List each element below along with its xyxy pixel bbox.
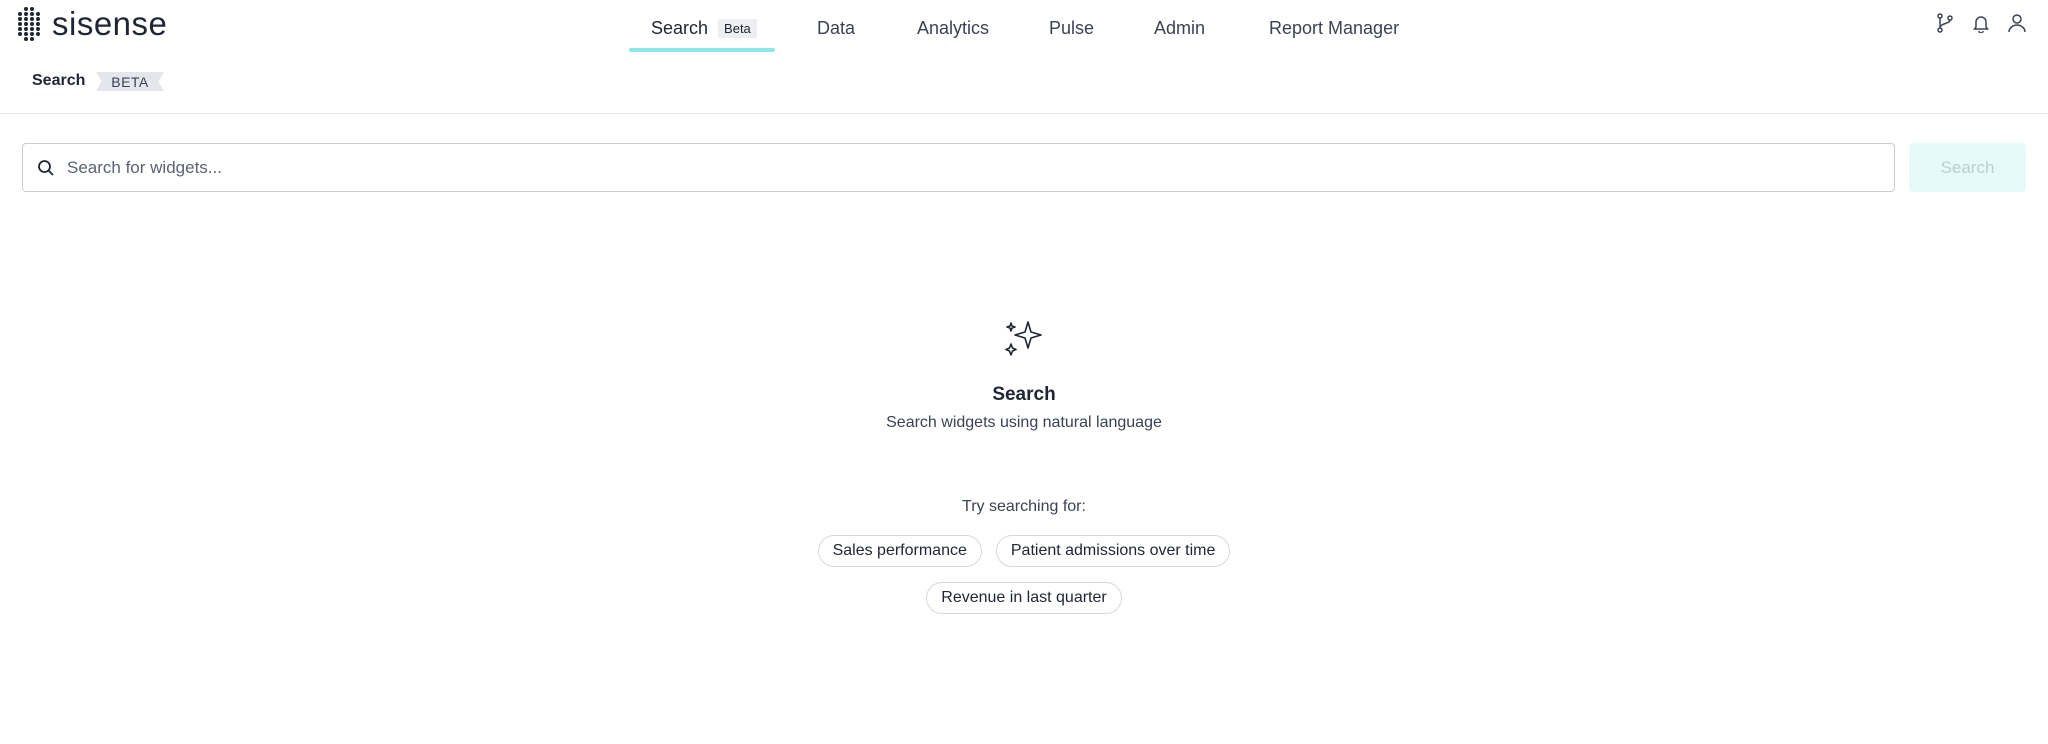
logo-dot — [18, 12, 22, 16]
nav-tab-label: Analytics — [917, 18, 990, 38]
active-tab-indicator — [629, 48, 775, 52]
logo-text: sisense — [52, 5, 168, 42]
logo-dot — [30, 22, 34, 26]
nav-tab-label: Pulse — [1049, 18, 1095, 38]
beta-tag: BETA — [96, 72, 164, 91]
logo-dot — [18, 22, 22, 26]
logo-dot — [36, 12, 40, 16]
logo-dot — [24, 37, 28, 41]
suggestion-chip[interactable]: Patient admissions over time — [995, 535, 1231, 567]
nav-tab-report-manager[interactable]: Report Manager — [1269, 0, 1399, 56]
nav-tab-label: Data — [817, 18, 856, 38]
nav-tab-label: Report Manager — [1269, 18, 1400, 38]
logo-dot — [36, 22, 40, 26]
suggestion-chip[interactable]: Revenue in last quarter — [926, 582, 1122, 614]
git-branch-icon[interactable] — [1934, 12, 1956, 34]
logo-dot — [24, 22, 28, 26]
bell-icon[interactable] — [1970, 12, 1992, 34]
suggestion-row: Revenue in last quarter — [0, 582, 2048, 614]
beta-badge: Beta — [718, 18, 757, 38]
logo-dot — [24, 7, 28, 11]
nav-tab-pulse[interactable]: Pulse — [1049, 0, 1094, 56]
search-input[interactable] — [67, 157, 1847, 178]
logo-dot — [36, 32, 40, 36]
logo-dot — [18, 27, 22, 31]
logo-dot — [24, 32, 28, 36]
logo-dot — [30, 37, 34, 41]
logo-dot — [30, 7, 34, 11]
logo-dot — [30, 32, 34, 36]
sisense-logo[interactable]: sisense — [18, 6, 167, 42]
empty-state-title: Search — [992, 384, 1056, 405]
logo-dot — [30, 12, 34, 16]
search-box[interactable] — [22, 143, 1895, 192]
logo-dot — [24, 27, 28, 31]
nav-tab-analytics[interactable]: Analytics — [917, 0, 989, 56]
page-title: Search — [32, 72, 86, 89]
search-button[interactable]: Search — [1909, 143, 2026, 192]
nav-tab-label: Search — [651, 18, 709, 38]
search-icon — [35, 157, 57, 179]
empty-state: Search Search widgets using natural lang… — [0, 316, 2048, 432]
logo-dot — [30, 17, 34, 21]
logo-dot — [18, 32, 22, 36]
nav-tab-label: Admin — [1154, 18, 1206, 38]
logo-dot — [24, 12, 28, 16]
user-icon[interactable] — [2006, 12, 2028, 34]
suggestions-label: Try searching for: — [962, 498, 1086, 515]
nav-tab-admin[interactable]: Admin — [1154, 0, 1205, 56]
empty-state-subtitle: Search widgets using natural language — [886, 414, 1162, 431]
logo-dot — [36, 17, 40, 21]
sparkle-icon — [1005, 321, 1042, 356]
logo-dot — [18, 17, 22, 21]
suggestion-row: Sales performance Patient admissions ove… — [0, 535, 2048, 567]
logo-dot — [36, 27, 40, 31]
suggestion-chip[interactable]: Sales performance — [817, 535, 982, 567]
logo-dot — [24, 17, 28, 21]
top-navigation-bar: sisense Search Beta Data Analytics Pulse… — [0, 0, 2048, 56]
logo-dots-icon — [18, 7, 42, 41]
page-header: Search BETA — [0, 62, 2048, 114]
nav-tab-data[interactable]: Data — [817, 0, 855, 56]
topbar-actions — [1934, 12, 2028, 34]
logo-dot — [30, 27, 34, 31]
